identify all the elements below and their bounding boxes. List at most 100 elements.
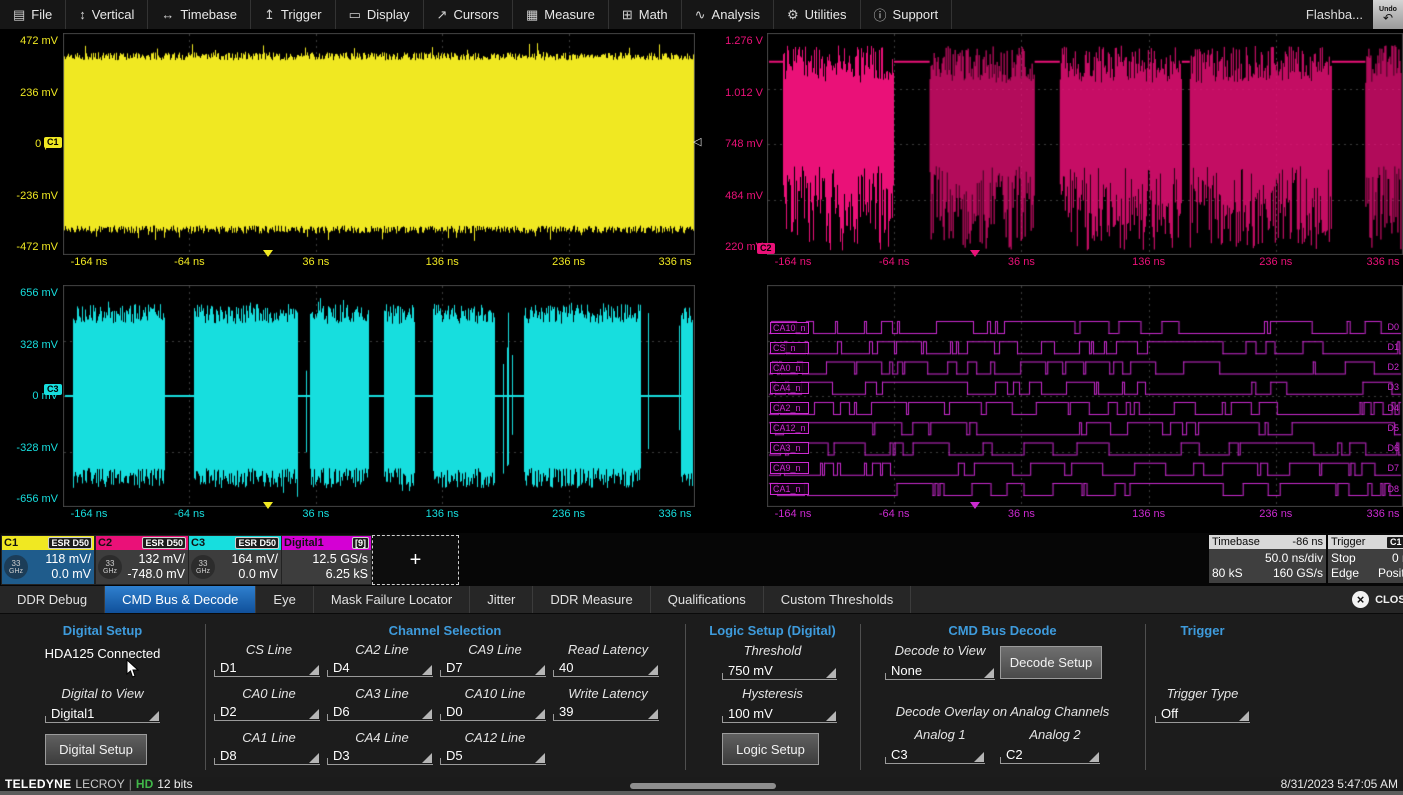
tab-custom-thresholds[interactable]: Custom Thresholds bbox=[764, 586, 911, 613]
menu-file[interactable]: ▤File bbox=[0, 0, 66, 29]
c2-y-label-2: 748 mV bbox=[725, 138, 763, 150]
c3-descriptor-id: C3 bbox=[191, 537, 205, 549]
section-divider bbox=[205, 624, 206, 770]
measure-icon: ▦ bbox=[526, 7, 538, 23]
digital-setup-button[interactable]: Digital Setup bbox=[45, 734, 147, 765]
menu-support[interactable]: ⓘSupport bbox=[861, 0, 953, 29]
ca4-line-dropdown[interactable]: D3 bbox=[327, 746, 433, 765]
analog2-dropdown[interactable]: C2 bbox=[1000, 745, 1100, 764]
tab-cmd-bus-decode[interactable]: CMD Bus & Decode bbox=[105, 586, 256, 613]
trigger-summary[interactable]: Trigger C1 DC Stop 0 mV Edge Positive bbox=[1328, 535, 1403, 583]
ca10-line-dropdown[interactable]: D0 bbox=[440, 702, 546, 721]
trigger-title: Trigger bbox=[1331, 536, 1365, 548]
menu-timebase[interactable]: ↔Timebase bbox=[148, 0, 251, 29]
c2-bw-unit: GHz bbox=[103, 568, 117, 575]
digital-channel-label-6: D6 bbox=[1387, 443, 1399, 454]
brand-separator: | bbox=[129, 777, 132, 791]
close-button[interactable]: × CLOSE bbox=[1348, 586, 1403, 613]
menu-measure[interactable]: ▦Measure bbox=[513, 0, 609, 29]
brand-teledyne: TELEDYNE bbox=[5, 777, 71, 791]
hysteresis-dropdown[interactable]: 100 mV bbox=[722, 704, 837, 723]
menu-trigger[interactable]: ↥Trigger bbox=[251, 0, 336, 29]
c3-x-label-0: -164 ns bbox=[61, 508, 117, 520]
file-icon: ▤ bbox=[13, 7, 25, 23]
waveform-grid-c1[interactable] bbox=[63, 33, 695, 255]
c3-channel-tag[interactable]: C3 bbox=[44, 384, 62, 395]
waveform-grid-digital[interactable] bbox=[767, 285, 1403, 507]
ca2-line-dropdown[interactable]: D4 bbox=[327, 658, 433, 677]
ca1-line-dropdown[interactable]: D8 bbox=[214, 746, 320, 765]
digital-to-view-dropdown[interactable]: Digital1 bbox=[45, 704, 160, 723]
ca3-line-dropdown[interactable]: D6 bbox=[327, 702, 433, 721]
waveform-grid-c3[interactable] bbox=[63, 285, 695, 507]
trigger-type-value: Off bbox=[1161, 706, 1178, 721]
c1-y-label-1: 236 mV bbox=[20, 87, 58, 99]
menu-math[interactable]: ⊞Math bbox=[609, 0, 682, 29]
undo-button[interactable]: Undo ↶ bbox=[1373, 0, 1403, 29]
c2-waveform-canvas bbox=[767, 33, 1403, 255]
channel-descriptor-digital1[interactable]: Digital1 [9] 12.5 GS/s 6.25 kS bbox=[281, 535, 372, 585]
tab-eye[interactable]: Eye bbox=[256, 586, 313, 613]
tab-ddr-measure[interactable]: DDR Measure bbox=[533, 586, 650, 613]
threshold-dropdown[interactable]: 750 mV bbox=[722, 661, 837, 680]
ca9-line-dropdown[interactable]: D7 bbox=[440, 658, 546, 677]
channel-descriptor-c3[interactable]: C3 ESR D50 33 GHz 164 mV/ 0.0 mV bbox=[188, 535, 282, 585]
close-label: CLOSE bbox=[1375, 594, 1403, 606]
digital-x-axis-labels: -164 ns-64 ns36 ns136 ns236 ns336 ns bbox=[767, 508, 1403, 522]
analog1-dropdown[interactable]: C3 bbox=[885, 745, 985, 764]
digital-line-label-1: CS_n bbox=[770, 342, 809, 354]
waveform-grid-c2[interactable] bbox=[767, 33, 1403, 255]
close-icon: × bbox=[1352, 591, 1369, 608]
digital-x-label-0: -164 ns bbox=[765, 508, 821, 520]
c3-x-label-5: 336 ns bbox=[647, 508, 703, 520]
display-icon: ▭ bbox=[349, 7, 361, 23]
trigger-type-dropdown[interactable]: Off bbox=[1155, 704, 1250, 723]
timebase-summary[interactable]: Timebase -86 ns 50.0 ns/div 80 kS 160 GS… bbox=[1209, 535, 1326, 583]
ca0-line-dropdown[interactable]: D2 bbox=[214, 702, 320, 721]
c2-channel-tag[interactable]: C2 bbox=[757, 243, 775, 254]
menu-display[interactable]: ▭ Display bbox=[336, 0, 424, 29]
write-latency-dropdown[interactable]: 39 bbox=[553, 702, 659, 721]
channel-descriptor-c1[interactable]: C1 ESR D50 33 GHz 118 mV/ 0.0 mV bbox=[1, 535, 95, 585]
logic-setup-button[interactable]: Logic Setup bbox=[722, 733, 819, 765]
ca12-line-value: D5 bbox=[446, 748, 463, 763]
c1-bandwidth-icon: 33 GHz bbox=[4, 555, 28, 579]
channel-descriptor-c2[interactable]: C2 ESR D50 33 GHz 132 mV/ -748.0 mV bbox=[95, 535, 189, 585]
c3-x-label-3: 136 ns bbox=[414, 508, 470, 520]
digital1-count-badge: [9] bbox=[352, 537, 369, 549]
menu-cursors-label: Cursors bbox=[453, 7, 499, 22]
cs-line-dropdown[interactable]: D1 bbox=[214, 658, 320, 677]
c3-x-axis-labels: -164 ns-64 ns36 ns136 ns236 ns336 ns bbox=[63, 508, 695, 522]
c1-channel-tag[interactable]: C1 bbox=[44, 137, 62, 148]
menu-display-label: Display bbox=[367, 7, 410, 22]
tab-ddr-debug[interactable]: DDR Debug bbox=[0, 586, 105, 613]
datetime-label: 8/31/2023 5:47:05 AM bbox=[1281, 777, 1398, 791]
decode-setup-button[interactable]: Decode Setup bbox=[1000, 646, 1102, 679]
c2-y-label-1: 1.012 V bbox=[725, 87, 763, 99]
menu-analysis[interactable]: ∿Analysis bbox=[682, 0, 774, 29]
flashback-label[interactable]: Flashba... bbox=[1306, 0, 1373, 29]
tab-qualifications[interactable]: Qualifications bbox=[651, 586, 764, 613]
c2-x-label-2: 36 ns bbox=[993, 256, 1049, 268]
ca9-line-value: D7 bbox=[446, 660, 463, 675]
digital-channel-labels: D0D1D2D3D4D5D6D7D8 bbox=[1375, 322, 1399, 495]
ca4-line-value: D3 bbox=[333, 748, 350, 763]
analysis-icon: ∿ bbox=[695, 7, 706, 23]
cmd-bus-decode-panel: Digital Setup HDA125 Connected Digital t… bbox=[0, 613, 1403, 778]
ca12-line-dropdown[interactable]: D5 bbox=[440, 746, 546, 765]
read-latency-dropdown[interactable]: 40 bbox=[553, 658, 659, 677]
tab-mask-failure-locator[interactable]: Mask Failure Locator bbox=[314, 586, 470, 613]
scrollbar-handle[interactable] bbox=[630, 783, 776, 789]
hysteresis-value: 100 mV bbox=[728, 706, 773, 721]
menu-cursors[interactable]: ↗Cursors bbox=[424, 0, 513, 29]
ca0-line-label: CA0 Line bbox=[213, 685, 325, 702]
c1-esr-badge: ESR D50 bbox=[48, 537, 92, 549]
menu-utilities[interactable]: ⚙Utilities bbox=[774, 0, 861, 29]
decode-to-view-dropdown[interactable]: None bbox=[885, 661, 995, 680]
c1-y-label-3: -236 mV bbox=[16, 190, 58, 202]
tab-jitter[interactable]: Jitter bbox=[470, 586, 533, 613]
c1-trigger-time-marker bbox=[263, 250, 273, 257]
menu-vertical[interactable]: ↕Vertical bbox=[66, 0, 148, 29]
add-trace-button[interactable]: + bbox=[372, 535, 459, 585]
c1-bw-unit: GHz bbox=[9, 568, 23, 575]
